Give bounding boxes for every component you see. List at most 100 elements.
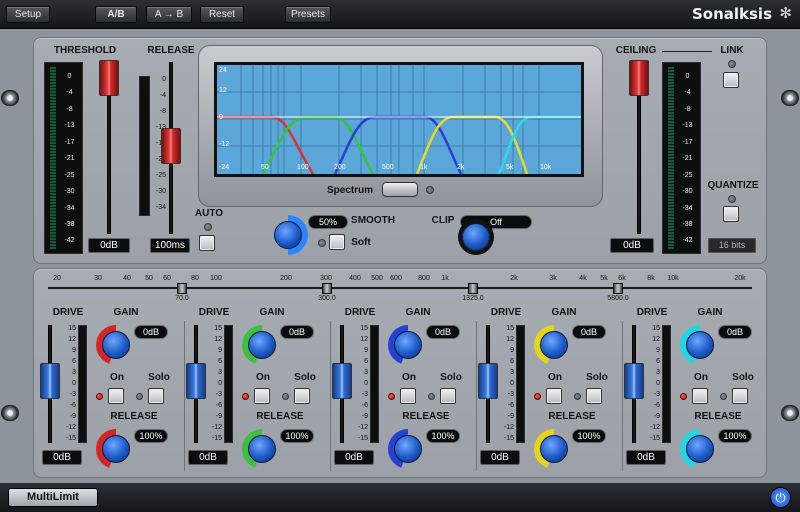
band-3-drive-fader[interactable] bbox=[332, 363, 352, 399]
quantize-value: 16 bits bbox=[708, 238, 756, 253]
freq-label: 2k bbox=[457, 164, 465, 171]
crossover-handle-3[interactable] bbox=[468, 283, 478, 294]
smooth-value: 50% bbox=[308, 215, 348, 229]
band-3-on-label: On bbox=[402, 372, 416, 383]
band-1-drive-fader[interactable] bbox=[40, 363, 60, 399]
power-button[interactable]: ⏻ bbox=[770, 487, 791, 508]
band-3-gain-reduction-meter bbox=[370, 325, 379, 443]
band-2-drive-value: 0dB bbox=[188, 450, 228, 465]
crossover-tick: 100 bbox=[210, 275, 222, 282]
band-4-solo-button[interactable] bbox=[586, 388, 602, 404]
setup-button[interactable]: Setup bbox=[6, 6, 50, 23]
band-2-solo-led bbox=[282, 393, 289, 400]
band-strip-5: DRIVE 15 12 9 6 3 0 -3 -6 -9 -12 -15 0dB GAIN 0dB On Sol… bbox=[622, 303, 764, 473]
band-2-release-knob[interactable] bbox=[242, 429, 282, 469]
band-separator bbox=[476, 321, 477, 471]
quantize-button[interactable] bbox=[723, 206, 739, 222]
band-5-on-label: On bbox=[694, 372, 708, 383]
product-name-button[interactable]: MultiLimit bbox=[8, 488, 98, 507]
quantize-led bbox=[728, 195, 736, 203]
db-label: -12 bbox=[219, 141, 230, 148]
band-1-drive-label: DRIVE bbox=[52, 307, 84, 318]
freq-label: 10k bbox=[540, 164, 552, 171]
threshold-fader[interactable] bbox=[99, 60, 119, 96]
crossover-handle-4[interactable] bbox=[613, 283, 623, 294]
band-1-gain-label: GAIN bbox=[113, 307, 139, 318]
band-strip-4: DRIVE 15 12 9 6 3 0 -3 -6 -9 -12 -15 0dB GAIN 0dB On Sol… bbox=[476, 303, 618, 473]
band-1-gain-reduction-meter bbox=[78, 325, 87, 443]
band-3-release-label: RELEASE bbox=[402, 411, 450, 422]
band-1-solo-button[interactable] bbox=[148, 388, 164, 404]
band-2-on-button[interactable] bbox=[254, 388, 270, 404]
release-label: RELEASE bbox=[147, 45, 195, 56]
band-1-on-label: On bbox=[110, 372, 124, 383]
band-5-release-label: RELEASE bbox=[694, 411, 742, 422]
band-1-gain-knob[interactable] bbox=[96, 325, 136, 365]
ceiling-label: CEILING bbox=[615, 45, 657, 56]
db-label: 24 bbox=[219, 67, 227, 74]
band-1-solo-label: Solo bbox=[148, 372, 170, 383]
auto-button[interactable] bbox=[199, 235, 215, 251]
crossover-tick: 500 bbox=[371, 275, 383, 282]
band-3-gain-label: GAIN bbox=[405, 307, 431, 318]
band-5-solo-button[interactable] bbox=[732, 388, 748, 404]
band-4-gain-label: GAIN bbox=[551, 307, 577, 318]
band-2-drive-fader[interactable] bbox=[186, 363, 206, 399]
link-button[interactable] bbox=[723, 72, 739, 88]
smooth-label: SMOOTH bbox=[351, 215, 395, 226]
band-5-release-knob[interactable] bbox=[680, 429, 720, 469]
reset-button[interactable]: Reset bbox=[200, 6, 244, 23]
crossover-tick: 20k bbox=[734, 275, 746, 282]
crossover-tick: 6k bbox=[618, 275, 626, 282]
band-2-gain-knob[interactable] bbox=[242, 325, 282, 365]
freq-label: 100 bbox=[297, 164, 309, 171]
band-5-drive-fader[interactable] bbox=[624, 363, 644, 399]
band-3-release-knob[interactable] bbox=[388, 429, 428, 469]
band-5-drive-label: DRIVE bbox=[636, 307, 668, 318]
crossover-value-4: 5800.0 bbox=[607, 295, 629, 302]
band-5-gain-knob[interactable] bbox=[680, 325, 720, 365]
link-label: LINK bbox=[720, 45, 744, 56]
band-2-solo-button[interactable] bbox=[294, 388, 310, 404]
presets-button[interactable]: Presets bbox=[285, 6, 331, 23]
band-1-solo-led bbox=[136, 393, 143, 400]
band-strip-2: DRIVE 15 12 9 6 3 0 -3 -6 -9 -12 -15 0dB GAIN 0dB On Sol… bbox=[184, 303, 326, 473]
soft-button[interactable] bbox=[329, 234, 345, 250]
crossover-handle-2[interactable] bbox=[322, 283, 332, 294]
spectrum-label: Spectrum bbox=[326, 185, 374, 196]
band-4-on-button[interactable] bbox=[546, 388, 562, 404]
band-4-gain-value: 0dB bbox=[572, 325, 606, 339]
crossover-handle-1[interactable] bbox=[177, 283, 187, 294]
band-4-solo-led bbox=[574, 393, 581, 400]
ceiling-fader[interactable] bbox=[629, 60, 649, 96]
clip-knob[interactable] bbox=[456, 217, 496, 257]
band-separator bbox=[330, 321, 331, 471]
band-2-on-led bbox=[242, 393, 249, 400]
release-fader[interactable] bbox=[161, 128, 181, 164]
spectrum-toggle-button[interactable] bbox=[382, 182, 418, 197]
band-1-release-knob[interactable] bbox=[96, 429, 136, 469]
band-4-drive-label: DRIVE bbox=[490, 307, 522, 318]
band-5-release-value: 100% bbox=[718, 429, 752, 443]
brand-logo: Sonalksis bbox=[691, 5, 772, 23]
band-4-gain-knob[interactable] bbox=[534, 325, 574, 365]
band-4-drive-fader[interactable] bbox=[478, 363, 498, 399]
band-5-gain-reduction-meter bbox=[662, 325, 671, 443]
band-2-release-value: 100% bbox=[280, 429, 314, 443]
crossover-tick: 40 bbox=[123, 275, 131, 282]
band-separator bbox=[184, 321, 185, 471]
ab-button[interactable]: A/B bbox=[95, 6, 137, 23]
band-1-on-button[interactable] bbox=[108, 388, 124, 404]
a-to-b-button[interactable]: A → B bbox=[146, 6, 192, 23]
band-3-on-button[interactable] bbox=[400, 388, 416, 404]
threshold-label: THRESHOLD bbox=[53, 45, 117, 56]
auto-label: AUTO bbox=[194, 208, 224, 219]
db-label: 0 bbox=[219, 114, 223, 121]
smooth-knob[interactable] bbox=[268, 215, 308, 255]
band-3-solo-button[interactable] bbox=[440, 388, 456, 404]
band-5-on-button[interactable] bbox=[692, 388, 708, 404]
band-3-gain-knob[interactable] bbox=[388, 325, 428, 365]
screw-icon bbox=[781, 90, 799, 106]
band-4-release-knob[interactable] bbox=[534, 429, 574, 469]
crossover-tick: 30 bbox=[94, 275, 102, 282]
